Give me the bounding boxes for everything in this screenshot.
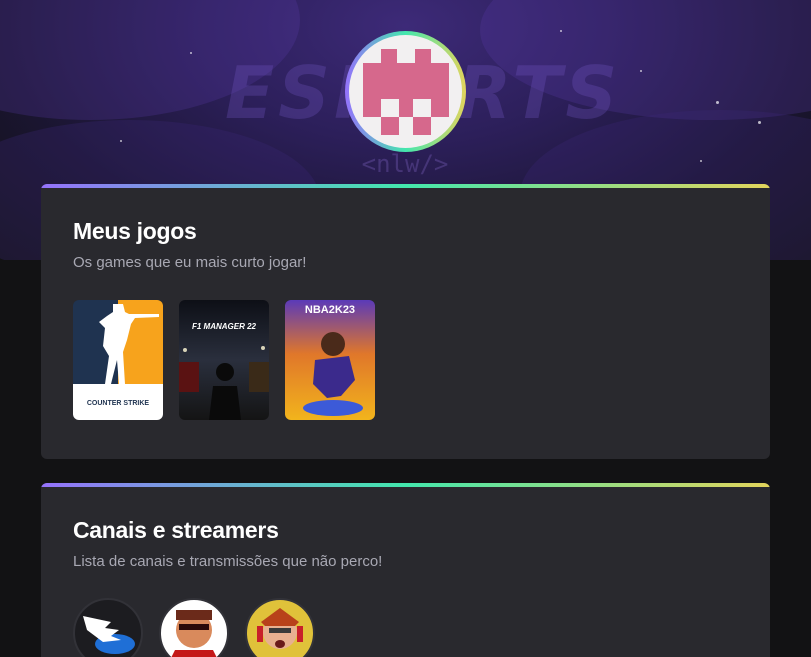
pixel-skull-icon (349, 35, 462, 148)
game-cover-text: COUNTER STRIKE (86, 400, 150, 407)
section-subtitle: Os games que eu mais curto jogar! (73, 254, 307, 271)
streamer-avatar-icon (257, 608, 303, 649)
winged-logo-icon (83, 616, 135, 654)
game-cover-text: F1 MANAGER 22 (191, 322, 256, 331)
section-title: Meus jogos (73, 218, 197, 244)
gradient-bar (41, 184, 770, 188)
game-cover-f1-manager[interactable]: F1 MANAGER 22 (179, 300, 269, 420)
avatar[interactable] (345, 31, 466, 152)
streamer-avatar-icon (171, 610, 217, 657)
game-cover-nba-2k23[interactable]: NBA2K23 (285, 300, 375, 420)
channels-card: Canais e streamers Lista de canais e tra… (41, 483, 770, 657)
background-logo-sub: <nlw/> (361, 150, 449, 178)
channel-avatar-2[interactable] (159, 598, 229, 657)
game-cover-counter-strike[interactable]: COUNTER STRIKE (73, 300, 163, 420)
channel-avatar-1[interactable] (73, 598, 143, 657)
gradient-bar (41, 483, 770, 487)
section-subtitle: Lista de canais e transmissões que não p… (73, 553, 383, 570)
games-card: Meus jogos Os games que eu mais curto jo… (41, 184, 770, 459)
section-title: Canais e streamers (73, 517, 279, 543)
game-cover-text: NBA2K23 (304, 304, 356, 316)
channel-avatar-3[interactable] (245, 598, 315, 657)
